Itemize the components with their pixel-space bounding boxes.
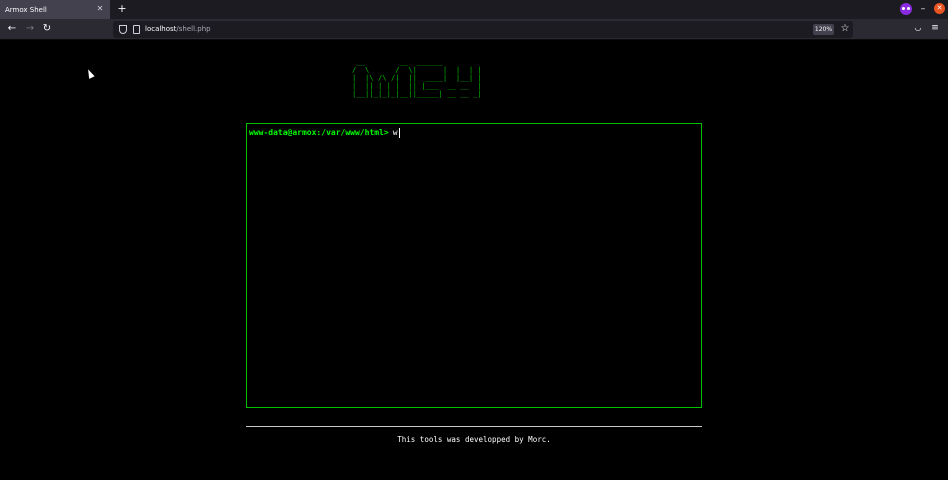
- text-caret: [398, 127, 400, 138]
- terminal-window[interactable]: www-data@armox:/var/www/html> w: [246, 123, 702, 408]
- close-window-icon[interactable]: ✕: [934, 3, 945, 14]
- shell-prompt: www-data@armox:/var/www/html>: [249, 128, 389, 137]
- url-path: /shell.php: [176, 25, 211, 33]
- navigation-bar: ← → ↻ localhost/shell.php 120% ☆ ◡ ≡: [0, 19, 948, 40]
- pocket-icon[interactable]: ◡: [913, 23, 923, 33]
- url-text[interactable]: localhost/shell.php: [145, 24, 211, 35]
- bookmark-star-icon[interactable]: ☆: [839, 23, 851, 35]
- footer-credit: This tools was developped by Morc.: [397, 435, 551, 444]
- page-info-icon[interactable]: [133, 25, 140, 34]
- extension-mask-icon[interactable]: [900, 3, 912, 15]
- new-tab-icon[interactable]: +: [116, 3, 128, 15]
- minimize-window-icon[interactable]: –: [919, 3, 927, 15]
- footer-divider: [246, 426, 702, 427]
- shield-icon[interactable]: [119, 25, 127, 34]
- ascii-banner: __ __ ______ / \ / \| | | | | | |\ /\ /|…: [352, 58, 482, 98]
- tab-title: Armox Shell: [5, 5, 47, 14]
- url-bar[interactable]: localhost/shell.php 120% ☆: [113, 21, 853, 38]
- reload-icon[interactable]: ↻: [41, 23, 53, 35]
- url-host: localhost: [145, 25, 177, 33]
- zoom-level-badge[interactable]: 120%: [813, 24, 834, 35]
- command-input[interactable]: w: [393, 127, 400, 138]
- prompt-line: www-data@armox:/var/www/html> w: [249, 127, 699, 138]
- command-text: w: [392, 128, 398, 137]
- browser-tab[interactable]: Armox Shell ✕: [0, 0, 110, 19]
- mouse-cursor-icon: [85, 68, 95, 79]
- page-content: __ __ ______ / \ / \| | | | | | |\ /\ /|…: [0, 40, 948, 480]
- back-icon[interactable]: ←: [6, 23, 18, 35]
- forward-icon: →: [25, 23, 35, 34]
- tab-bar: Armox Shell ✕ + – ✕: [0, 0, 948, 19]
- close-tab-icon[interactable]: ✕: [95, 4, 105, 14]
- hamburger-menu-icon[interactable]: ≡: [930, 23, 940, 33]
